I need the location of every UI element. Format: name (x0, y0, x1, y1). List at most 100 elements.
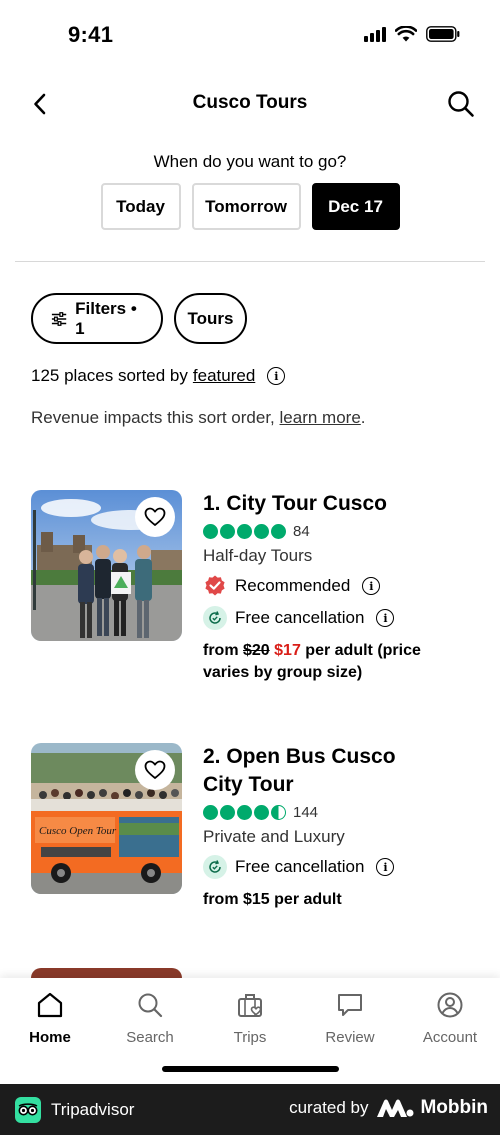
review-count: 84 (293, 523, 310, 540)
heart-icon (144, 760, 166, 779)
tab-label: Account (422, 1029, 478, 1046)
listing-price: from $20 $17 per adult (price varies by … (203, 640, 471, 684)
date-today-button[interactable]: Today (100, 183, 181, 230)
listing-photo[interactable] (31, 490, 182, 641)
info-icon[interactable]: i (267, 367, 286, 385)
rating-bubble (203, 524, 218, 539)
tab-search[interactable]: Search (100, 978, 200, 1054)
filters-chip-label: Filters • 1 (75, 298, 137, 338)
battery-icon (426, 26, 460, 42)
rating-bubble (220, 805, 235, 820)
date-dec17-button[interactable]: Dec 17 (311, 183, 400, 230)
tab-review[interactable]: Review (300, 978, 400, 1054)
header: Cusco Tours (0, 80, 500, 128)
sort-info: 125 places sorted by featured i (31, 366, 286, 386)
status-bar: 9:41 (0, 0, 500, 72)
recommended-label: Recommended (235, 576, 351, 595)
sort-prefix: 125 places sorted by (31, 366, 188, 385)
rating-bubble (271, 524, 286, 539)
refresh-check-icon (203, 855, 227, 879)
page-title: Cusco Tours (192, 92, 308, 113)
save-heart-button[interactable] (135, 497, 175, 537)
tab-trips[interactable]: Trips (200, 978, 300, 1054)
tours-chip[interactable]: Tours (174, 293, 247, 344)
filter-chips: Filters • 1 Tours (31, 293, 247, 344)
search-button[interactable] (446, 89, 476, 119)
home-icon (35, 990, 65, 1020)
rating-bubble-half (271, 805, 286, 820)
sort-featured-link[interactable]: featured (193, 366, 255, 386)
price-prefix: from (203, 642, 243, 659)
listing-details: 2. Open Bus Cusco City Tour 144 Private … (203, 743, 471, 911)
rating-bubbles: 144 (203, 804, 471, 821)
attribution-banner: Tripadvisor curated by Mobbin (0, 1084, 500, 1135)
suitcase-heart-icon (235, 990, 265, 1020)
divider (15, 261, 485, 262)
cellular-signal-icon (364, 26, 386, 42)
revenue-disclaimer: Revenue impacts this sort order, learn m… (31, 408, 366, 428)
mobbin-brand: Mobbin (376, 1097, 488, 1119)
home-indicator (162, 1066, 339, 1072)
account-icon (435, 990, 465, 1020)
info-icon[interactable]: i (362, 577, 381, 595)
tripadvisor-brand: Tripadvisor (15, 1097, 134, 1123)
search-icon (448, 91, 474, 117)
free-cancellation: Free cancellation i (203, 855, 471, 879)
tab-label: Trips (233, 1029, 267, 1046)
bus-sign-text: Cusco Open Tour (39, 825, 117, 837)
heart-icon (144, 507, 166, 526)
rating-bubble (237, 805, 252, 820)
review-bubble-icon (335, 990, 365, 1020)
learn-more-link[interactable]: learn more (280, 408, 361, 427)
save-heart-button[interactable] (135, 750, 175, 790)
free-cancellation: Free cancellation i (203, 606, 471, 630)
listing-card[interactable]: 1. City Tour Cusco 84 Half-day Tours Rec… (31, 490, 471, 681)
listing-photo[interactable]: Cusco Open Tour (31, 743, 182, 894)
rating-bubble (203, 805, 218, 820)
status-icons (364, 26, 460, 42)
status-time: 9:41 (68, 22, 114, 47)
filters-chip[interactable]: Filters • 1 (31, 293, 163, 344)
listing-price: from $15 per adult (203, 891, 342, 908)
listing-details: 1. City Tour Cusco 84 Half-day Tours Rec… (203, 490, 471, 684)
info-icon[interactable]: i (376, 609, 395, 627)
mobbin-logo-icon (377, 1099, 414, 1117)
refresh-check-icon (203, 606, 227, 630)
listing-card[interactable]: Cusco Open Tour 2. Open Bus Cusco City T… (31, 743, 471, 913)
bottom-tab-bar: Home Search Trips Review Account (0, 978, 500, 1084)
revenue-text: Revenue impacts this sort order, (31, 408, 280, 427)
tab-account[interactable]: Account (400, 978, 500, 1054)
rating-bubbles: 84 (203, 523, 471, 540)
date-question: When do you want to go? (153, 152, 347, 171)
date-options: Today Tomorrow Dec 17 (0, 183, 500, 230)
rating-bubble (237, 524, 252, 539)
info-icon[interactable]: i (376, 858, 395, 876)
listing-category: Private and Luxury (203, 827, 345, 846)
tab-home[interactable]: Home (0, 978, 100, 1054)
listing-title[interactable]: 2. Open Bus Cusco City Tour (203, 743, 413, 799)
tab-label: Review (325, 1029, 375, 1046)
wifi-icon (395, 26, 417, 42)
sliders-icon (51, 311, 67, 326)
mobbin-label: Mobbin (420, 1097, 488, 1118)
tab-label: Home (29, 1029, 71, 1046)
curated-by-label: curated by (289, 1098, 369, 1117)
revenue-suffix: . (360, 408, 366, 427)
tours-chip-label: Tours (187, 308, 234, 328)
rating-bubble (254, 524, 269, 539)
free-cancellation-label: Free cancellation (235, 608, 365, 627)
curated-by: curated by Mobbin (289, 1097, 488, 1119)
original-price: $20 (243, 642, 270, 659)
recommended-badge-icon (205, 575, 225, 596)
listing-category: Half-day Tours (203, 546, 313, 565)
listing-title[interactable]: 1. City Tour Cusco (203, 490, 471, 518)
tripadvisor-owl-logo-icon (15, 1097, 41, 1123)
recommended-badge: Recommended i (203, 574, 471, 598)
rating-bubble (220, 524, 235, 539)
tab-label: Search (126, 1029, 174, 1046)
sale-price: $17 (274, 642, 301, 659)
free-cancellation-label: Free cancellation (235, 857, 365, 876)
date-tomorrow-button[interactable]: Tomorrow (191, 183, 301, 230)
search-icon (135, 990, 165, 1020)
tripadvisor-label: Tripadvisor (51, 1100, 135, 1119)
